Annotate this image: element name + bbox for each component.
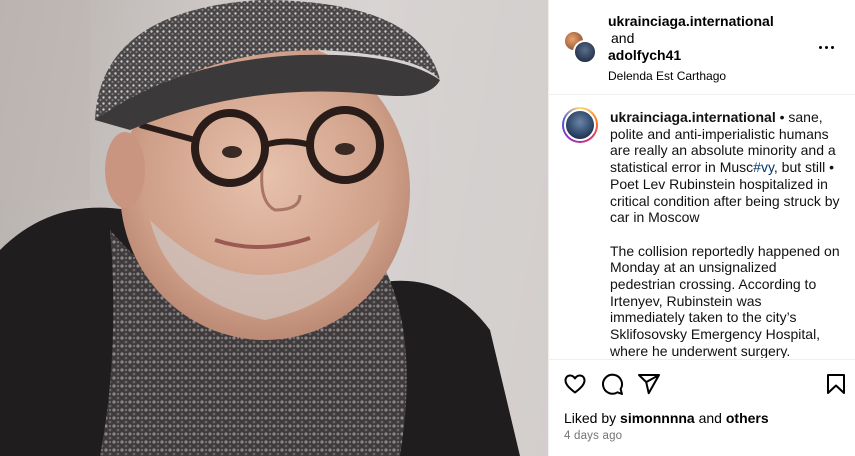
likes-summary: Liked by simonnnna and others: [564, 410, 769, 426]
caption-username[interactable]: ukrainciaga.international: [610, 109, 776, 125]
avatar[interactable]: [573, 40, 597, 64]
and-label: and: [611, 30, 635, 46]
actions-bar: Liked by simonnnna and others 4 days ago: [549, 359, 855, 456]
instagram-post: ukrainciaga.international and adolfych41…: [0, 0, 855, 456]
more-options-icon[interactable]: [817, 36, 839, 54]
caption-paragraph: The collision reportedly happened on Mon…: [610, 242, 840, 358]
bookmark-icon[interactable]: [824, 372, 848, 396]
post-timestamp[interactable]: 4 days ago: [564, 430, 622, 442]
author-link[interactable]: ukrainciaga.international: [608, 13, 774, 29]
post-header: ukrainciaga.international and adolfych41…: [549, 0, 855, 95]
location-subtitle[interactable]: Delenda Est Carthago: [608, 67, 774, 86]
post-photo[interactable]: [0, 0, 548, 456]
post-side-panel: ukrainciaga.international and adolfych41…: [548, 0, 855, 456]
share-icon[interactable]: [637, 372, 661, 396]
hashtag-link[interactable]: #vy: [753, 159, 774, 175]
heart-icon[interactable]: [563, 372, 587, 396]
portrait-illustration: [0, 0, 548, 456]
coauthor-link[interactable]: adolfych41: [608, 47, 681, 63]
likes-middle: and: [694, 410, 726, 426]
comment-icon[interactable]: [600, 372, 624, 396]
liker-link[interactable]: simonnnna: [620, 410, 695, 426]
likes-prefix: Liked by: [564, 410, 621, 426]
avatar[interactable]: [562, 107, 598, 143]
author-names: ukrainciaga.international and adolfych41…: [608, 12, 774, 86]
caption-area: ukrainciaga.international • sane, polite…: [549, 96, 855, 358]
caption-text: ukrainciaga.international • sane, polite…: [610, 109, 840, 358]
others-link[interactable]: others: [726, 410, 769, 426]
collab-avatars[interactable]: [563, 30, 599, 66]
